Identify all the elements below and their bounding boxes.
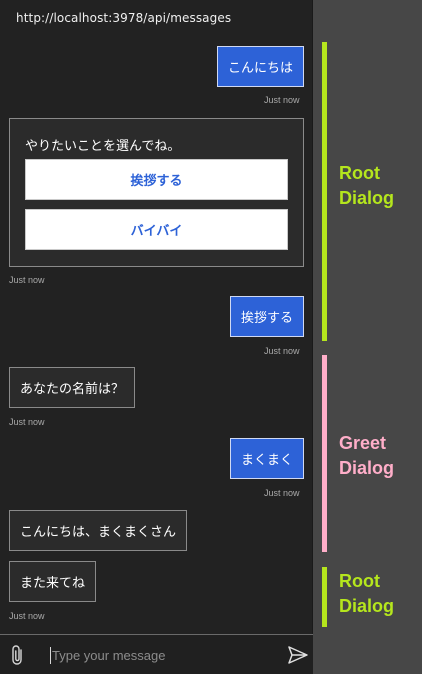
bye-choice-button[interactable]: バイバイ [25,209,288,250]
label-line: Dialog [339,596,395,616]
timestamp: Just now [264,95,300,105]
root-dialog-bar [322,42,327,341]
choice-card: やりたいことを選んでね。 挨拶する バイバイ [9,118,304,267]
text-caret [50,647,51,664]
root-dialog-bar [322,567,327,627]
bot-message-ask-name: あなたの名前は？ [9,367,135,408]
message-text: また来てね [20,576,86,591]
message-text: こんにちは、まくまくさん [20,525,177,540]
label-line: Dialog [339,188,395,208]
timestamp: Just now [9,275,45,285]
timestamp: Just now [9,417,45,427]
greet-dialog-label: Greet Dialog [339,431,394,481]
root-dialog-label: Root Dialog [339,569,394,619]
label-line: Root [339,571,380,591]
greet-choice-button[interactable]: 挨拶する [25,159,288,200]
message-input[interactable] [52,644,277,666]
message-text: 挨拶する [241,311,294,326]
url-title: http://localhost:3978/api/messages [16,11,232,25]
composer-bar [0,634,313,674]
timestamp: Just now [9,611,45,621]
user-message-name: まくまく [230,438,304,479]
user-message-greet-choice: 挨拶する [230,296,304,337]
message-text: こんにちは [228,61,294,76]
bot-message-goodbye: また来てね [9,561,96,602]
label-line: Root [339,163,380,183]
label-line: Dialog [339,458,395,478]
message-text: まくまく [241,453,294,468]
timestamp: Just now [264,346,300,356]
user-message-greeting: こんにちは [217,46,304,87]
bot-message-hello-name: こんにちは、まくまくさん [9,510,187,551]
greet-dialog-bar [322,355,327,552]
send-icon[interactable] [287,645,309,669]
message-text: あなたの名前は？ [20,382,125,397]
timestamp: Just now [264,488,300,498]
paperclip-icon[interactable] [8,644,28,670]
card-title: やりたいことを選んでね。 [25,139,181,154]
chat-window: http://localhost:3978/api/messages こんにちは… [0,0,313,674]
root-dialog-label: Root Dialog [339,161,394,211]
label-line: Greet [339,433,387,453]
